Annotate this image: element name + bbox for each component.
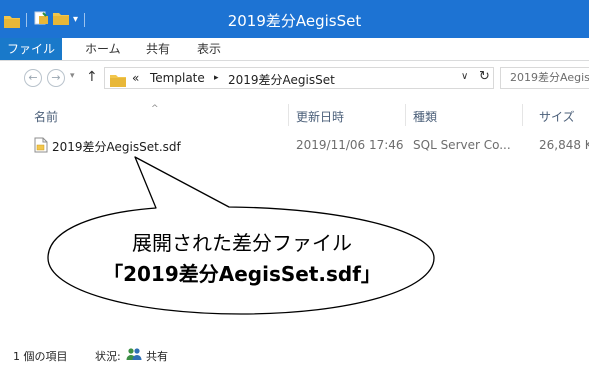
column-type[interactable]: 種類 — [413, 108, 437, 125]
tab-file[interactable]: ファイル — [0, 38, 62, 60]
up-button[interactable]: ↑ — [86, 69, 98, 85]
callout-filename: 2019差分AegisSet.sdf — [123, 262, 361, 286]
breadcrumb-current[interactable]: 2019差分AegisSet — [228, 71, 335, 88]
sort-ascending-icon: ^ — [151, 104, 159, 114]
state-value: 共有 — [146, 350, 168, 363]
window-title: 2019差分AegisSet — [227, 12, 362, 30]
forward-button[interactable]: → — [47, 69, 65, 87]
column-modified[interactable]: 更新日時 — [296, 108, 344, 125]
callout-line-1: 展開された差分ファイル — [132, 231, 352, 255]
tab-home[interactable]: ホーム — [85, 38, 121, 60]
column-size[interactable]: サイズ — [539, 108, 575, 125]
tab-share[interactable]: 共有 — [146, 38, 170, 60]
file-name[interactable]: 2019差分AegisSet.sdf — [52, 138, 181, 155]
breadcrumb-template[interactable]: Template — [150, 71, 205, 85]
search-input[interactable]: 2019差分AegisSet — [500, 67, 589, 89]
folder-icon — [110, 72, 126, 91]
address-dropdown[interactable]: ∨ — [461, 71, 468, 82]
file-size: 26,848 K — [539, 138, 589, 152]
file-modified: 2019/11/06 17:46 — [296, 138, 404, 152]
refresh-button[interactable]: ↻ — [479, 69, 490, 84]
breadcrumb-overflow[interactable]: « — [132, 71, 139, 85]
callout-line-2: 「2019差分AegisSet.sdf」 — [49, 259, 435, 290]
status-bar: 1 個の項目 状況: 共有 — [0, 343, 589, 367]
address-bar[interactable]: « Template ▸ 2019差分AegisSet ∨ ↻ — [104, 67, 494, 89]
ribbon-tabs: ファイル ホーム 共有 表示 — [0, 38, 589, 61]
state-label: 状況: — [95, 350, 121, 363]
breadcrumb-separator-icon[interactable]: ▸ — [214, 73, 219, 83]
item-count: 1 個の項目 — [13, 350, 68, 363]
callout-close-bracket: 」 — [360, 262, 381, 286]
title-bar: ▾ 2019差分AegisSet — [0, 0, 589, 38]
sdf-file-icon — [34, 137, 48, 157]
recent-locations-dropdown[interactable]: ▾ — [70, 71, 75, 81]
navigation-bar: ← → ▾ ↑ « Template ▸ 2019差分AegisSet ∨ ↻ … — [0, 63, 589, 93]
shared-users-icon — [126, 347, 142, 364]
back-button[interactable]: ← — [24, 69, 42, 87]
column-name[interactable]: 名前 — [34, 108, 58, 125]
column-header: 名前 ^ 更新日時 種類 サイズ — [0, 104, 589, 126]
tab-view[interactable]: 表示 — [197, 38, 221, 60]
file-type: SQL Server Co... — [413, 138, 511, 152]
callout-open-bracket: 「 — [103, 262, 124, 286]
callout-text: 展開された差分ファイル 「2019差分AegisSet.sdf」 — [49, 228, 435, 290]
file-row[interactable]: 2019差分AegisSet.sdf 2019/11/06 17:46 SQL … — [0, 136, 589, 156]
